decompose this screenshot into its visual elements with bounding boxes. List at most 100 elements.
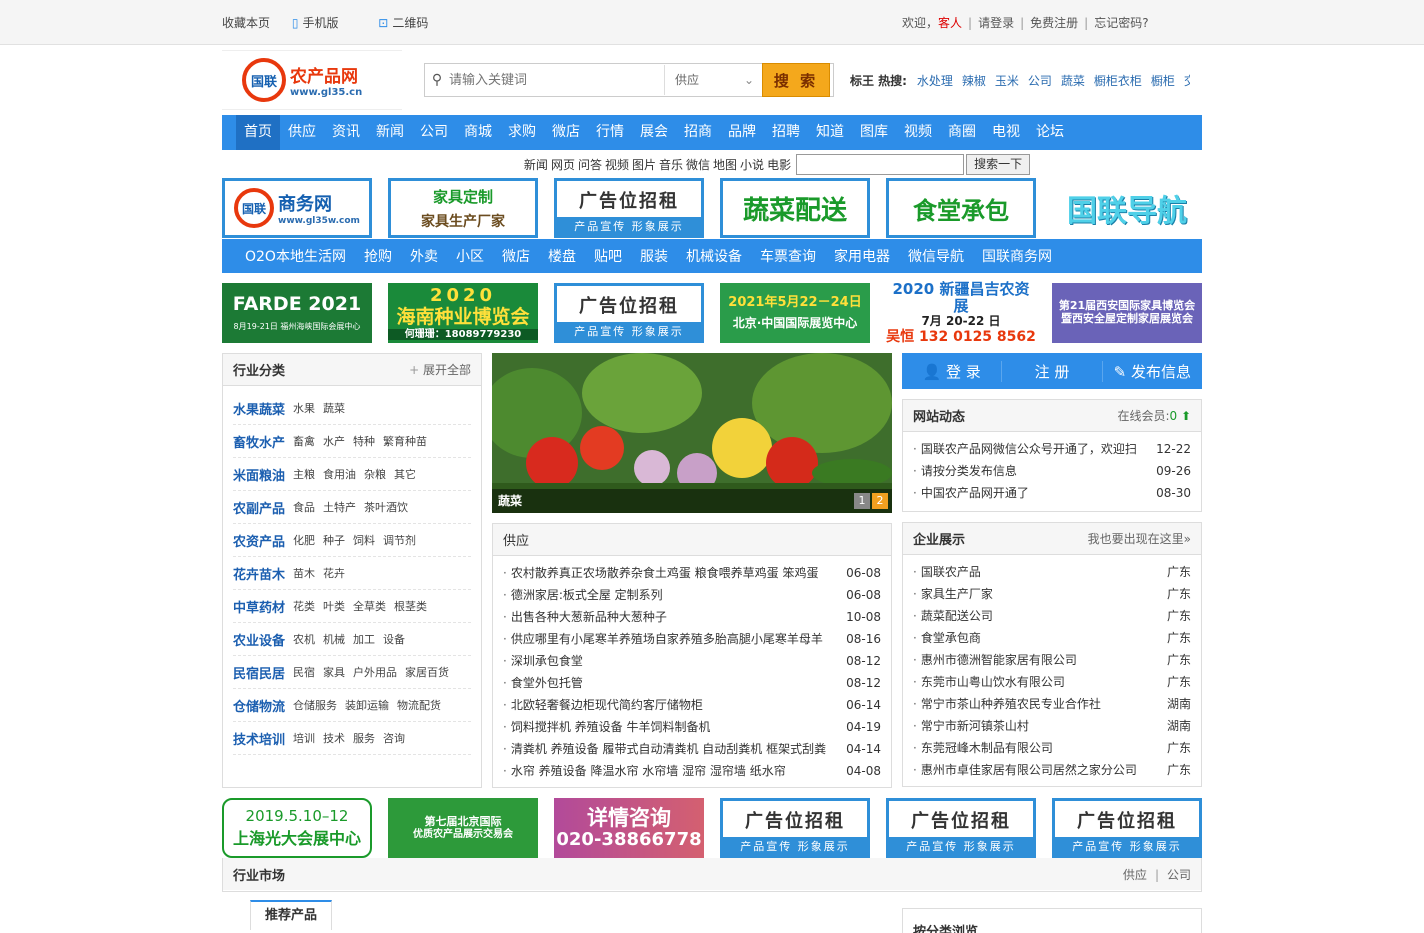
category-sub[interactable]: 其它 [394,466,416,482]
nav-item[interactable]: 招商 [676,115,720,150]
ad-xian-expo[interactable]: 第21届西安国际家具博览会 暨西安全屋定制家居展览会 [1052,283,1202,343]
login-button[interactable]: 👤 登 录 [902,360,1003,382]
ad-farde[interactable]: FARDE 2021 8月19-21日 福州海峡国际会展中心 [222,283,372,343]
category-main[interactable]: 米面粮油 [233,465,285,484]
ad-beijing-expo[interactable]: 2021年5月22－24日 北京·中国国际展览中心 [720,283,870,343]
category-sub[interactable]: 土特产 [323,499,356,515]
category-main[interactable]: 水果蔬菜 [233,399,285,418]
company-more-link[interactable]: 我也要出现在这里» [1088,530,1191,547]
list-item[interactable]: 国联农产品 广东 [913,561,1191,583]
category-sub[interactable]: 装卸运输 [345,697,389,713]
list-item[interactable]: 请按分类发布信息 09-26 [913,460,1191,482]
ad-seed-expo[interactable]: 2020 海南种业博览会 何珊珊：18089779230 [388,283,538,343]
item-title[interactable]: 供应哪里有小尾寒羊养殖场自家养殖多胎高腿小尾寒羊母羊 [503,628,823,650]
item-title[interactable]: 东莞市山粤山饮水有限公司 [913,671,1065,693]
sub-search-link[interactable]: 电影 [767,158,791,172]
sub-search-link[interactable]: 小说 [740,158,764,172]
category-sub[interactable]: 食品 [293,499,315,515]
category-sub[interactable]: 仓储服务 [293,697,337,713]
nav-item[interactable]: 品牌 [720,115,764,150]
sub-search-link[interactable]: 新闻 [524,158,548,172]
list-item[interactable]: 中国农产品网开通了 08-30 [913,482,1191,504]
sub-search-link[interactable]: 视频 [605,158,629,172]
market-company-link[interactable]: 公司 [1167,868,1191,882]
subnav-item[interactable]: O2O本地生活网 [245,246,346,266]
category-sub[interactable]: 水产 [323,433,345,449]
ad-beijing-agri[interactable]: 第七届北京国际 优质农产品展示交易会 [388,798,538,858]
sub-search-link[interactable]: 微信 [686,158,710,172]
login-link[interactable]: 请登录 [978,16,1014,30]
item-title[interactable]: 国联农产品 [913,561,981,583]
ad-rent[interactable]: 广告位招租 产品宣传 形象展示 [720,798,870,858]
category-sub[interactable]: 繁育种苗 [383,433,427,449]
item-title[interactable]: 农村散养真正农场散养杂食土鸡蛋 粮食喂养草鸡蛋 笨鸡蛋 [503,562,819,584]
list-item[interactable]: 食堂承包商 广东 [913,627,1191,649]
hot-item[interactable]: 交 [1184,74,1190,88]
ad-consult[interactable]: 详情咨询 020-38866778 [554,798,704,858]
nav-item[interactable]: 招聘 [764,115,808,150]
category-sub[interactable]: 饲料 [353,532,375,548]
list-item[interactable]: 出售各种大葱新品种大葱种子 10-08 [503,606,881,628]
hot-item[interactable]: 公司 [1028,74,1052,88]
nav-item[interactable]: 求购 [500,115,544,150]
ad-navigation[interactable]: 国联导航 [1052,178,1202,238]
category-sub[interactable]: 特种 [353,433,375,449]
nav-item[interactable]: 展会 [632,115,676,150]
nav-item[interactable]: 视频 [896,115,940,150]
market-supply-link[interactable]: 供应 [1123,868,1147,882]
list-item[interactable]: 德洲家居:板式全屋 定制系列 06-08 [503,584,881,606]
category-sub[interactable]: 叶类 [323,598,345,614]
site-logo[interactable]: 国联 农产品网 www.gl35.cn [222,50,402,110]
list-item[interactable]: 常宁市茶山种养殖农民专业合作社 湖南 [913,693,1191,715]
category-sub[interactable]: 全草类 [353,598,386,614]
subnav-item[interactable]: 家用电器 [834,246,890,266]
sub-search-link[interactable]: 网页 [551,158,575,172]
item-title[interactable]: 蔬菜配送公司 [913,605,993,627]
category-sub[interactable]: 家居百货 [405,664,449,680]
list-item[interactable]: 清粪机 养殖设备 履带式自动清粪机 自动刮粪机 框架式刮粪 04-14 [503,738,881,760]
hot-item[interactable]: 辣椒 [962,74,986,88]
category-sub[interactable]: 水果 [293,400,315,416]
list-item[interactable]: 农村散养真正农场散养杂食土鸡蛋 粮食喂养草鸡蛋 笨鸡蛋 06-08 [503,562,881,584]
subnav-item[interactable]: 贴吧 [594,246,622,266]
category-sub[interactable]: 加工 [353,631,375,647]
register-link[interactable]: 免费注册 [1030,16,1078,30]
subnav-item[interactable]: 机械设备 [686,246,742,266]
category-main[interactable]: 中草药材 [233,597,285,616]
list-item[interactable]: 供应哪里有小尾寒羊养殖场自家养殖多胎高腿小尾寒羊母羊 08-16 [503,628,881,650]
item-title[interactable]: 中国农产品网开通了 [913,482,1029,504]
search-button[interactable]: 搜 索 [762,63,830,97]
list-item[interactable]: 国联农产品网微信公众号开通了，欢迎扫 12-22 [913,438,1191,460]
ad-canteen[interactable]: 食堂承包 [886,178,1036,238]
item-title[interactable]: 清粪机 养殖设备 履带式自动清粪机 自动刮粪机 框架式刮粪 [503,738,826,760]
list-item[interactable]: 惠州市德洲智能家居有限公司 广东 [913,649,1191,671]
item-title[interactable]: 国联农产品网微信公众号开通了，欢迎扫 [913,438,1137,460]
category-main[interactable]: 技术培训 [233,729,285,748]
list-item[interactable]: 蔬菜配送公司 广东 [913,605,1191,627]
subnav-item[interactable]: 微店 [502,246,530,266]
category-sub[interactable]: 培训 [293,730,315,746]
item-title[interactable]: 惠州市卓佳家居有限公司居然之家分公司 [913,759,1137,781]
category-main[interactable]: 仓储物流 [233,696,285,715]
category-sub[interactable]: 户外用品 [353,664,397,680]
ad-rent[interactable]: 广告位招租 产品宣传 形象展示 [554,178,704,238]
category-sub[interactable]: 苗木 [293,565,315,581]
nav-item[interactable]: 行情 [588,115,632,150]
sub-search-link[interactable]: 图片 [632,158,656,172]
subnav-item[interactable]: 国联商务网 [982,246,1052,266]
nav-item[interactable]: 新闻 [368,115,412,150]
slideshow[interactable]: 蔬菜 12 [492,353,892,513]
nav-item[interactable]: 资讯 [324,115,368,150]
list-item[interactable]: 东莞冠峰木制品有限公司 广东 [913,737,1191,759]
sub-search-button[interactable]: 搜索一下 [966,153,1031,175]
category-main[interactable]: 民宿民居 [233,663,285,682]
category-sub[interactable]: 茶叶酒饮 [364,499,408,515]
item-title[interactable]: 常宁市新河镇茶山村 [913,715,1029,737]
category-sub[interactable]: 技术 [323,730,345,746]
hot-item[interactable]: 水处理 [917,74,953,88]
nav-item[interactable]: 商城 [456,115,500,150]
list-item[interactable]: 食堂外包托管 08-12 [503,672,881,694]
ad-xinjiang-expo[interactable]: 2020 新疆昌吉农资展 7月 20-22 日吴恒 132 0125 8562 [886,280,1036,345]
category-sub[interactable]: 机械 [323,631,345,647]
subnav-item[interactable]: 楼盘 [548,246,576,266]
